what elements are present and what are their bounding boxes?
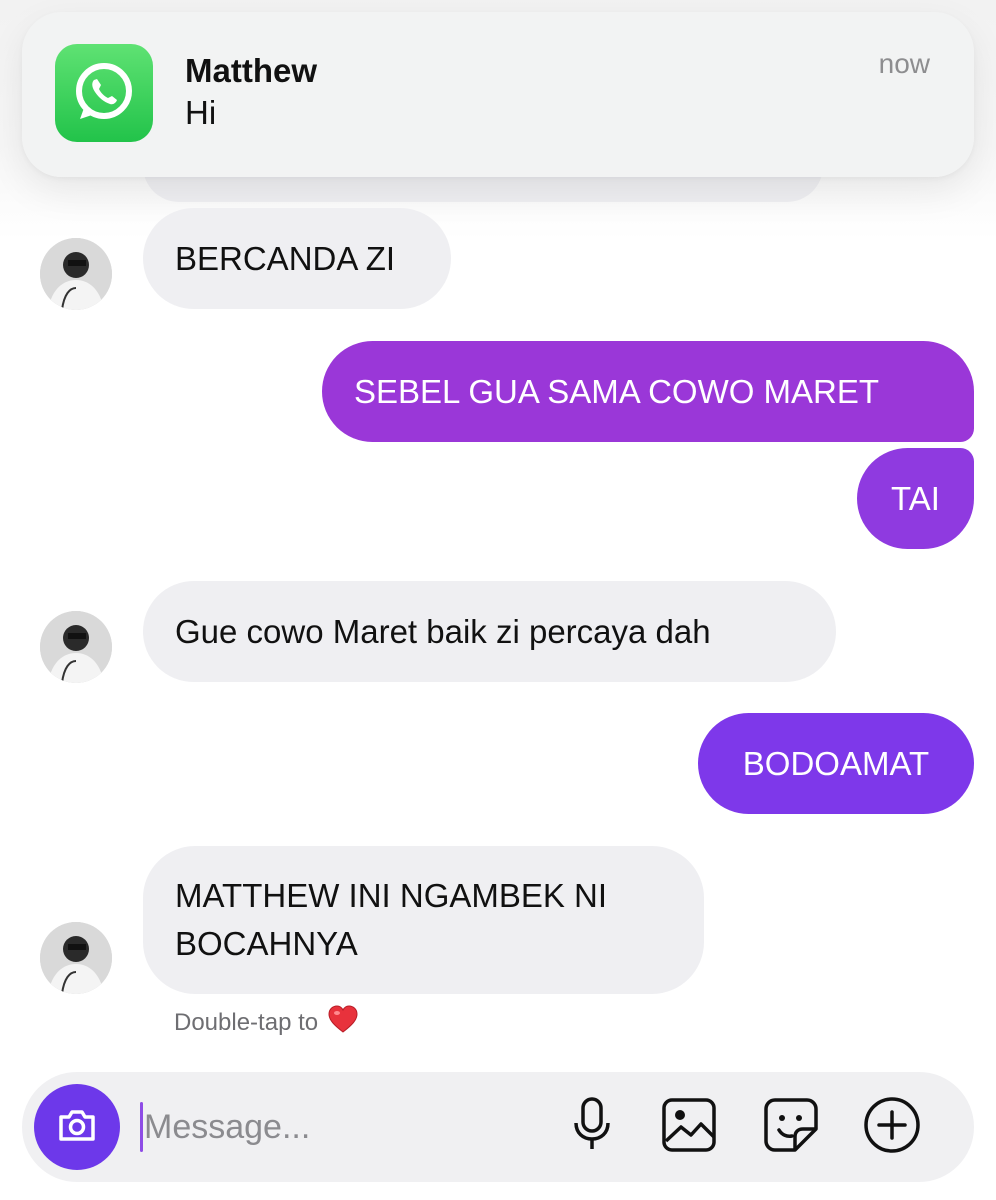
- avatar[interactable]: [40, 922, 112, 994]
- more-button[interactable]: [862, 1095, 922, 1160]
- outgoing-message[interactable]: BODOAMAT: [698, 713, 974, 814]
- camera-button[interactable]: [34, 1084, 120, 1170]
- notification-banner[interactable]: Matthew Hi now: [22, 12, 974, 177]
- incoming-message[interactable]: BERCANDA ZI: [143, 208, 451, 309]
- red-heart-icon: [328, 1005, 358, 1040]
- notification-body: Hi: [185, 94, 217, 131]
- image-icon: [661, 1097, 717, 1158]
- message-input[interactable]: [144, 1098, 534, 1156]
- sticker-icon: [763, 1097, 819, 1158]
- sticker-button[interactable]: [761, 1097, 821, 1157]
- incoming-message[interactable]: MATTHEW INI NGAMBEK NI BOCAHNYA: [143, 846, 704, 994]
- chat-screen: Matthew Hi now BERCANDA ZI SEBEL GUA SAM…: [0, 0, 996, 1200]
- outgoing-message[interactable]: TAI: [857, 448, 974, 549]
- camera-icon: [57, 1107, 97, 1148]
- plus-circle-icon: [862, 1095, 922, 1160]
- microphone-icon: [572, 1096, 612, 1158]
- outgoing-message[interactable]: SEBEL GUA SAMA COWO MARET: [322, 341, 974, 442]
- text-cursor: [140, 1102, 143, 1152]
- message-composer: [22, 1072, 974, 1182]
- whatsapp-icon: [55, 44, 153, 142]
- microphone-button[interactable]: [562, 1096, 622, 1158]
- incoming-message[interactable]: Gue cowo Maret baik zi percaya dah: [143, 581, 836, 682]
- hint-text: Double-tap to: [174, 1008, 319, 1036]
- gallery-button[interactable]: [659, 1097, 719, 1157]
- avatar[interactable]: [40, 611, 112, 683]
- notification-time: now: [878, 48, 930, 79]
- notification-title: Matthew: [185, 52, 317, 89]
- double-tap-hint: Double-tap to: [174, 1005, 358, 1040]
- avatar[interactable]: [40, 238, 112, 310]
